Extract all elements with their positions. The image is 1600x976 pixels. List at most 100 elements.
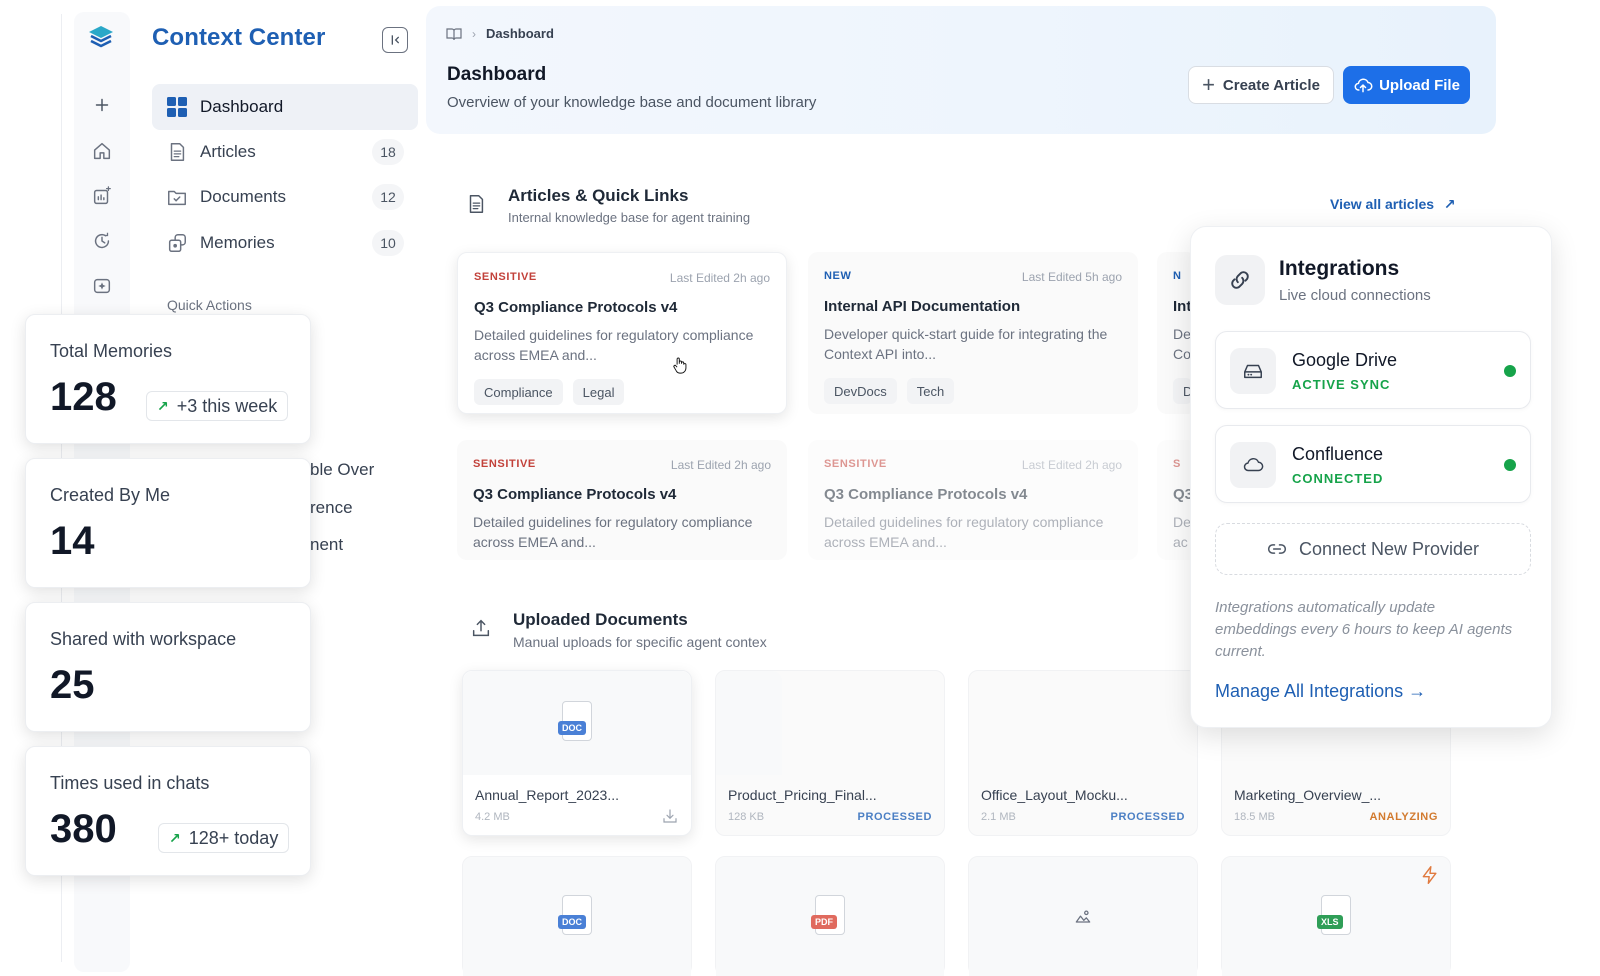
breadcrumb-current: Dashboard bbox=[486, 26, 554, 41]
cloud-icon bbox=[1230, 442, 1276, 488]
button-label: Upload File bbox=[1379, 76, 1460, 94]
article-description: Detailed guidelines for regulatory compl… bbox=[474, 327, 754, 363]
article-card[interactable]: SENSITIVE Last Edited 2h ago Q3 Complian… bbox=[808, 440, 1138, 560]
stat-value: 25 bbox=[50, 663, 95, 707]
stat-card-total-memories: Total Memories 128 ↗ +3 this week bbox=[25, 314, 311, 444]
article-title: Q3 Compliance Protocols v4 bbox=[824, 486, 1028, 503]
document-card[interactable]: PDF bbox=[715, 856, 945, 976]
create-article-button[interactable]: + Create Article bbox=[1188, 66, 1334, 104]
document-size: 18.5 MB bbox=[1234, 811, 1275, 823]
download-icon[interactable] bbox=[661, 807, 679, 825]
stat-label: Times used in chats bbox=[50, 773, 210, 793]
sidebar-item-label: Articles bbox=[200, 142, 256, 161]
sidebar-item-articles[interactable]: Articles 18 bbox=[152, 129, 418, 175]
lightning-icon bbox=[1420, 865, 1440, 890]
provider-status: CONNECTED bbox=[1292, 471, 1384, 486]
quick-action-item[interactable]: nent bbox=[310, 535, 343, 555]
grid-icon bbox=[166, 96, 188, 118]
status-badge: PROCESSED bbox=[1110, 811, 1185, 823]
stat-card-created-by-me: Created By Me 14 bbox=[25, 458, 311, 588]
button-label: Connect New Provider bbox=[1298, 538, 1480, 559]
document-card[interactable] bbox=[968, 856, 1198, 976]
manage-integrations-link[interactable]: Manage All Integrations → bbox=[1215, 681, 1426, 702]
tag-chip[interactable]: Compliance bbox=[474, 379, 563, 405]
quick-action-item[interactable]: ble Over bbox=[310, 460, 374, 480]
document-card[interactable]: Product_Pricing_Final... 128 KB PROCESSE… bbox=[715, 670, 945, 836]
integrations-note: Integrations automatically update embedd… bbox=[1215, 599, 1513, 660]
hand-cursor-icon bbox=[672, 356, 689, 380]
trend-badge: ↗ +3 this week bbox=[146, 391, 289, 421]
sidebar-item-memories[interactable]: Memories 10 bbox=[152, 220, 418, 266]
page-subtitle: Overview of your knowledge base and docu… bbox=[447, 94, 817, 111]
section-title: Uploaded Documents bbox=[513, 610, 688, 629]
section-subtitle: Internal knowledge base for agent traini… bbox=[508, 210, 751, 225]
document-name: Office_Layout_Mocku... bbox=[981, 787, 1128, 803]
link-label: View all articles bbox=[1330, 196, 1435, 212]
provider-confluence[interactable]: Confluence CONNECTED bbox=[1215, 425, 1531, 503]
chevron-right-icon: › bbox=[472, 26, 476, 41]
document-thumbnail: DOC bbox=[463, 857, 691, 976]
history-icon[interactable] bbox=[89, 228, 115, 254]
document-card[interactable]: DOC bbox=[462, 856, 692, 976]
trend-text: +3 this week bbox=[176, 395, 278, 416]
trend-badge: ↗ 128+ today bbox=[158, 823, 290, 853]
collapse-sidebar-icon[interactable] bbox=[382, 27, 408, 53]
hard-drive-icon bbox=[1230, 348, 1276, 394]
ai-spark-icon[interactable] bbox=[89, 273, 115, 299]
sidebar-item-dashboard[interactable]: Dashboard bbox=[152, 84, 418, 130]
article-card[interactable]: NEW Last Edited 5h ago Internal API Docu… bbox=[808, 252, 1138, 414]
home-icon[interactable] bbox=[89, 138, 115, 164]
stat-card-times-used: Times used in chats 380 ↗ 128+ today bbox=[25, 746, 311, 876]
tag-chip[interactable]: Tech bbox=[906, 378, 955, 404]
view-all-articles-link[interactable]: View all articles ↗ bbox=[1330, 196, 1456, 213]
arrow-up-right-icon: ↗ bbox=[1443, 196, 1456, 212]
doc-file-icon: DOC bbox=[558, 895, 596, 939]
analytics-icon[interactable] bbox=[89, 183, 115, 209]
file-text-icon bbox=[460, 188, 492, 220]
article-card[interactable]: SENSITIVE Last Edited 2h ago Q3 Complian… bbox=[457, 252, 787, 414]
integrations-subtitle: Live cloud connections bbox=[1279, 287, 1431, 304]
article-title: Internal API Documentation bbox=[824, 298, 1021, 315]
file-type-badge: DOC bbox=[558, 721, 586, 735]
stat-label: Total Memories bbox=[50, 341, 173, 361]
count-badge: 12 bbox=[372, 184, 404, 210]
document-card[interactable]: XLS bbox=[1221, 856, 1451, 976]
tag-chip[interactable]: DevDocs bbox=[824, 378, 897, 404]
document-name: Annual_Report_2023... bbox=[475, 787, 619, 803]
plus-icon[interactable] bbox=[89, 92, 115, 118]
page-title: Dashboard bbox=[447, 64, 547, 85]
last-edited: Last Edited 5h ago bbox=[1021, 270, 1122, 284]
status-badge: PROCESSED bbox=[857, 811, 932, 823]
cloud-upload-icon bbox=[1354, 78, 1373, 93]
quick-action-item[interactable]: rence bbox=[310, 498, 353, 518]
quick-actions-title: Quick Actions bbox=[167, 297, 252, 313]
upload-file-button[interactable]: Upload File bbox=[1343, 66, 1470, 104]
provider-google-drive[interactable]: Google Drive ACTIVE SYNC bbox=[1215, 331, 1531, 409]
app-brand: Context Center bbox=[152, 24, 326, 51]
connect-new-provider-button[interactable]: Connect New Provider bbox=[1215, 523, 1531, 575]
upload-icon bbox=[465, 612, 497, 644]
link-icon bbox=[1267, 544, 1287, 554]
stat-label: Created By Me bbox=[50, 485, 171, 505]
stat-value: 128 bbox=[50, 375, 117, 419]
file-type-badge: XLS bbox=[1317, 915, 1343, 929]
document-size: 128 KB bbox=[728, 811, 765, 823]
document-size: 2.1 MB bbox=[981, 811, 1016, 823]
sidebar-item-documents[interactable]: Documents 12 bbox=[152, 174, 418, 220]
book-icon[interactable] bbox=[446, 27, 462, 41]
document-card[interactable]: DOC Annual_Report_2023... 4.2 MB bbox=[462, 670, 692, 836]
last-edited: Last Edited 2h ago bbox=[669, 271, 770, 285]
article-card[interactable]: SENSITIVE Last Edited 2h ago Q3 Complian… bbox=[457, 440, 787, 560]
trend-up-icon: ↗ bbox=[169, 829, 181, 846]
provider-name: Confluence bbox=[1292, 444, 1384, 464]
document-thumbnail bbox=[969, 857, 1197, 976]
count-badge: 10 bbox=[372, 230, 404, 256]
image-file-icon bbox=[1075, 910, 1091, 923]
document-card[interactable]: Office_Layout_Mocku... 2.1 MB PROCESSED bbox=[968, 670, 1198, 836]
tag-chip[interactable]: Legal bbox=[572, 379, 625, 405]
integrations-title: Integrations bbox=[1279, 257, 1400, 280]
folder-check-icon bbox=[166, 186, 188, 208]
sidebar-item-label: Documents bbox=[200, 187, 286, 206]
status-badge: ANALYZING bbox=[1369, 811, 1438, 823]
page-header: › Dashboard Dashboard Overview of your k… bbox=[426, 6, 1496, 134]
